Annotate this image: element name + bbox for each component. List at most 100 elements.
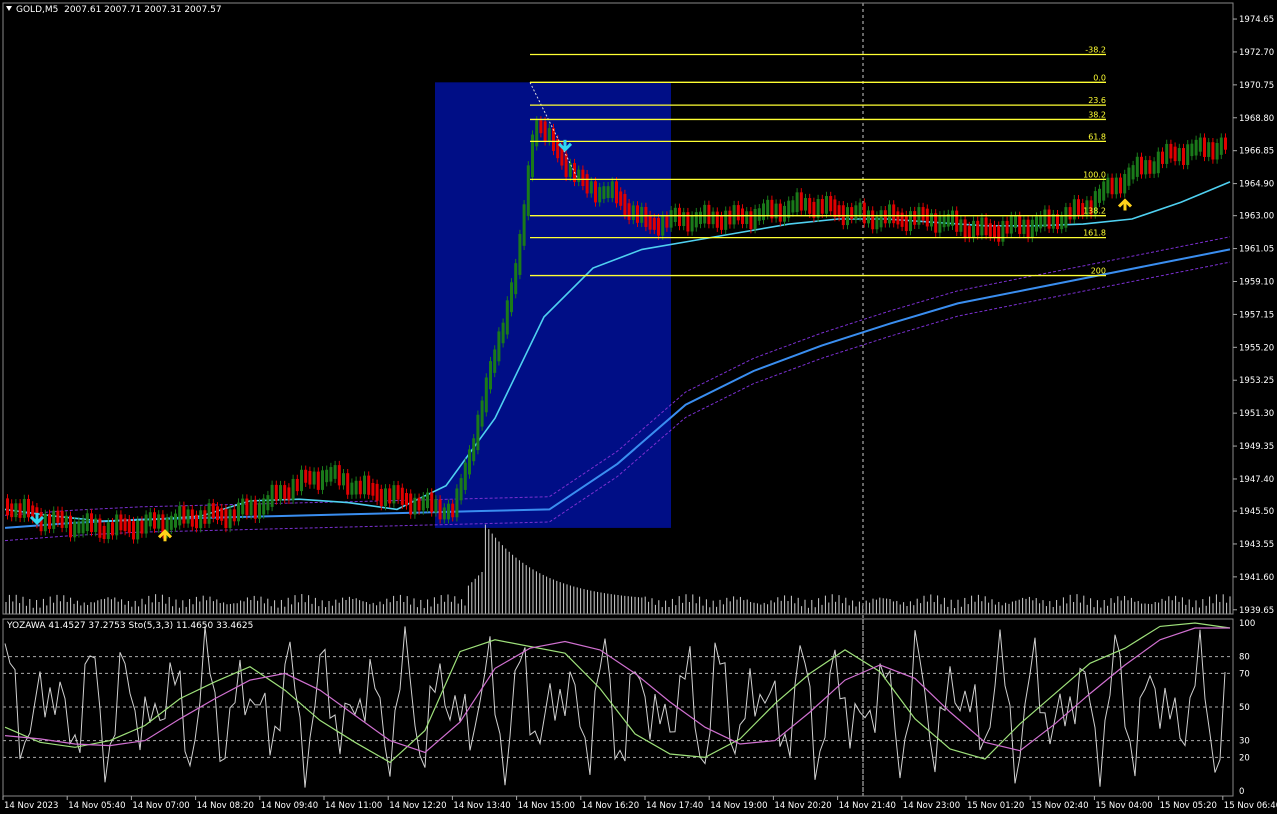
bull-candle bbox=[547, 128, 551, 142]
bull-candle bbox=[1039, 215, 1043, 229]
bear-candle bbox=[615, 181, 618, 204]
bear-candle bbox=[829, 196, 833, 212]
price-tick-label: 1966.85 bbox=[1239, 147, 1274, 157]
bull-candle bbox=[1190, 143, 1194, 157]
bear-candle bbox=[60, 510, 64, 528]
time-tick-label: 14 Nov 16:20 bbox=[582, 801, 639, 811]
chart-header: GOLD,M5 2007.61 2007.71 2007.31 2007.57 bbox=[6, 5, 222, 15]
bull-candle bbox=[350, 482, 354, 495]
bull-candle bbox=[1207, 142, 1211, 157]
bear-candle bbox=[153, 512, 156, 529]
bear-candle bbox=[10, 503, 14, 518]
bull-candle bbox=[1135, 156, 1139, 177]
bear-candle bbox=[123, 518, 127, 532]
fib-label: 138.2 bbox=[1083, 207, 1106, 216]
bull-candle bbox=[724, 210, 728, 230]
bear-candle bbox=[358, 480, 362, 495]
bull-candle bbox=[266, 495, 270, 511]
bear-candle bbox=[127, 519, 131, 533]
bull-candle bbox=[825, 196, 828, 214]
bull-candle bbox=[980, 217, 984, 236]
bear-candle bbox=[69, 515, 72, 538]
bull-candle bbox=[757, 208, 761, 221]
bear-candle bbox=[274, 484, 278, 501]
time-tick-label: 15 Nov 02:40 bbox=[1031, 801, 1088, 811]
bull-candle bbox=[753, 208, 757, 230]
bear-candle bbox=[736, 205, 740, 221]
bear-candle bbox=[627, 203, 631, 220]
fib-label: 161.8 bbox=[1083, 229, 1106, 238]
bull-candle bbox=[1064, 207, 1068, 228]
time-tick-label: 14 Nov 19:00 bbox=[710, 801, 767, 811]
bull-candle bbox=[186, 509, 190, 524]
bear-candle bbox=[543, 121, 547, 142]
bull-candle bbox=[300, 469, 303, 492]
bull-candle bbox=[732, 205, 736, 225]
chart-window[interactable]: -38.2 0.0 23.6 38.2 61.8 100.0 138.2 161.8 200 1… bbox=[0, 0, 1277, 814]
bull-candle bbox=[1194, 139, 1198, 156]
fib-label: 200 bbox=[1091, 267, 1106, 276]
price-tick-label: 1961.05 bbox=[1239, 245, 1274, 255]
price-tick-label: 1970.75 bbox=[1239, 81, 1274, 91]
bear-candle bbox=[963, 219, 967, 238]
bear-candle bbox=[18, 503, 22, 518]
bull-candle bbox=[501, 322, 505, 344]
time-tick-label: 14 Nov 12:20 bbox=[389, 801, 446, 811]
bear-candle bbox=[564, 153, 568, 177]
bull-candle bbox=[909, 211, 912, 232]
bear-candle bbox=[253, 499, 257, 519]
bear-candle bbox=[375, 483, 379, 501]
bear-candle bbox=[1173, 146, 1177, 162]
bull-candle bbox=[455, 488, 459, 518]
bear-candle bbox=[657, 218, 660, 236]
bull-candle bbox=[1051, 214, 1055, 229]
bear-candle bbox=[405, 493, 408, 506]
bull-candle bbox=[279, 485, 282, 501]
bull-candle bbox=[875, 215, 879, 230]
bear-candle bbox=[799, 192, 803, 211]
bull-candle bbox=[1131, 165, 1135, 180]
bear-candle bbox=[295, 478, 299, 492]
bull-candle bbox=[270, 484, 274, 507]
bull-candle bbox=[291, 478, 295, 500]
bear-candle bbox=[715, 211, 719, 228]
bull-candle bbox=[148, 512, 152, 527]
bull-candle bbox=[354, 480, 358, 495]
bull-candle bbox=[711, 211, 715, 225]
bull-candle bbox=[81, 519, 85, 534]
bull-candle bbox=[258, 502, 261, 519]
bull-candle bbox=[959, 219, 963, 232]
time-tick-label: 14 Nov 07:00 bbox=[132, 801, 189, 811]
fib-label: 0.0 bbox=[1093, 73, 1106, 82]
price-tick-label: 1939.65 bbox=[1239, 606, 1274, 616]
bear-candle bbox=[98, 518, 102, 538]
bear-candle bbox=[1148, 160, 1152, 174]
bull-candle bbox=[1219, 137, 1223, 155]
bull-candle bbox=[468, 449, 471, 475]
price-tick-label: 1943.55 bbox=[1239, 540, 1274, 550]
bear-candle bbox=[1182, 148, 1185, 166]
bear-candle bbox=[371, 482, 375, 496]
bull-candle bbox=[484, 377, 488, 413]
bull-candle bbox=[598, 187, 602, 203]
price-tick-label: 1945.50 bbox=[1239, 507, 1274, 517]
level-label: 70 bbox=[1239, 669, 1250, 679]
bull-candle bbox=[1030, 219, 1034, 238]
price-chart[interactable]: -38.20.023.638.261.8100.0138.2161.8200 1… bbox=[0, 0, 1277, 814]
bear-candle bbox=[451, 503, 455, 518]
bull-candle bbox=[631, 205, 635, 220]
bull-candle bbox=[791, 200, 795, 213]
main-plot: -38.2 0.0 23.6 38.2 61.8 100.0 138.2 161.8 200 bbox=[4, 3, 1231, 796]
fib-label: 23.6 bbox=[1088, 96, 1106, 105]
bull-candle bbox=[867, 210, 870, 224]
bear-candle bbox=[707, 204, 711, 225]
bull-candle bbox=[804, 198, 807, 211]
bull-candle bbox=[1072, 199, 1076, 220]
bull-candle bbox=[1098, 188, 1101, 203]
time-tick-label: 14 Nov 05:40 bbox=[68, 801, 125, 811]
bull-candle bbox=[640, 206, 644, 223]
menu-triangle-icon[interactable] bbox=[6, 6, 12, 11]
bull-candle bbox=[426, 492, 429, 509]
bear-candle bbox=[594, 181, 597, 203]
bear-candle bbox=[892, 204, 896, 224]
